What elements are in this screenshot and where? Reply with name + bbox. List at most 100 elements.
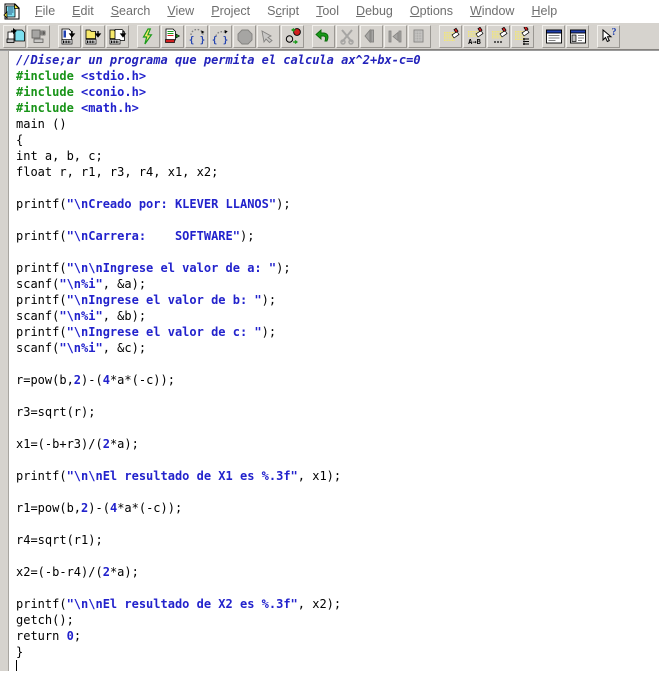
menu-item-help[interactable]: Help (523, 2, 566, 20)
window-tile-icon[interactable] (542, 24, 565, 48)
code-line: printf("\n\nEl resultado de X1 es %.3f",… (16, 468, 659, 484)
code-line: scanf("\n%i", &c); (16, 340, 659, 356)
code-line: scanf("\n%i", &a); (16, 276, 659, 292)
code-token-num: 2 (102, 437, 110, 451)
compile-icon[interactable] (58, 24, 81, 48)
code-token-plain: scanf( (16, 277, 60, 291)
svg-text:A→B: A→B (468, 38, 481, 46)
code-token-plain: , &c); (102, 341, 147, 355)
code-token-plain: int a, b, c; (16, 149, 103, 163)
toolbar-separator (305, 25, 312, 48)
code-token-plain: ); (276, 197, 291, 211)
code-token-plain: { (16, 133, 24, 147)
menu-item-view[interactable]: View (159, 2, 203, 20)
cut-scissors-icon (336, 24, 359, 48)
menu-item-file[interactable]: File (27, 2, 64, 20)
code-token-num: 4 (102, 373, 110, 387)
code-editor[interactable]: //Dise;ar un programa que permita el cal… (0, 50, 659, 671)
code-token-plain: scanf( (16, 341, 60, 355)
code-line: r4=sqrt(r1); (16, 532, 659, 548)
code-token-header: <conio.h> (81, 85, 147, 99)
code-line: return 0; (16, 628, 659, 644)
code-token-plain: printf( (16, 229, 67, 243)
menu-item-debug[interactable]: Debug (348, 2, 402, 20)
code-line: #include <math.h> (16, 100, 659, 116)
rebuild-all-icon[interactable] (106, 24, 129, 48)
code-token-plain: x2=(-b-r4)/( (16, 565, 103, 579)
code-token-plain: getch(); (16, 613, 74, 627)
compile-and-run-icon[interactable] (161, 24, 184, 48)
code-token-plain: *a); (109, 437, 139, 451)
code-line: printf("\n\nEl resultado de X2 es %.3f",… (16, 596, 659, 612)
code-text-area[interactable]: //Dise;ar un programa que permita el cal… (10, 51, 659, 671)
menu-item-window[interactable]: Window (462, 2, 523, 20)
context-help-icon[interactable]: ? (597, 24, 620, 48)
window-list-icon[interactable] (566, 24, 589, 48)
undo-arrow-icon[interactable] (312, 24, 335, 48)
code-line: x2=(-b-r4)/(2*a); (16, 564, 659, 580)
code-lines: //Dise;ar un programa que permita el cal… (16, 52, 659, 660)
code-token-plain: ); (261, 293, 277, 307)
code-line: x1=(-b+r3)/(2*a); (16, 436, 659, 452)
code-token-plain: *a); (109, 565, 139, 579)
code-token-header: <stdio.h> (81, 69, 147, 83)
menu-item-script[interactable]: Script (259, 2, 308, 20)
code-line: r1=pow(b,2)-(4*a*(-c)); (16, 500, 659, 516)
code-token-plain: )-( (81, 373, 103, 387)
code-token-plain: printf( (16, 293, 67, 307)
svg-text:{ }: { } (211, 36, 227, 46)
menu-item-project[interactable]: Project (203, 2, 259, 20)
code-token-plain: r1=pow(b, (16, 501, 82, 515)
open-file-icon[interactable] (3, 24, 26, 48)
code-token-plain: r=pow(b, (16, 373, 74, 387)
toolbar-separator (590, 25, 597, 48)
toolbar: { } { } A→B? (0, 22, 659, 50)
build-project-icon[interactable] (82, 24, 105, 48)
code-line: { (16, 132, 659, 148)
menu-item-search[interactable]: Search (103, 2, 160, 20)
menu-item-edit[interactable]: Edit (64, 2, 103, 20)
code-line: int a, b, c; (16, 148, 659, 164)
replace-icon[interactable]: A→B (463, 24, 486, 48)
code-line: printf("\nCarrera: SOFTWARE"); (16, 228, 659, 244)
menu-bar: File Edit Search View Project Script Tool Debug… (0, 0, 659, 22)
code-line: printf("\nIngrese el valor de b: "); (16, 292, 659, 308)
find-icon[interactable] (439, 24, 462, 48)
code-token-plain: main () (16, 117, 67, 131)
code-token-plain: scanf( (16, 309, 60, 323)
code-token-plain: , x1); (297, 469, 342, 483)
code-token-plain: *a*(-c)); (109, 373, 175, 387)
menu-item-options[interactable]: Options (402, 2, 462, 20)
step-into-icon[interactable]: { } (185, 24, 208, 48)
code-token-pre: #include (16, 101, 82, 115)
code-token-pre: #include (16, 85, 82, 99)
code-line: r3=sqrt(r); (16, 404, 659, 420)
code-token-pre: #include (16, 69, 82, 83)
code-token-str: "\n\nEl resultado de X2 es %.3f" (66, 597, 298, 611)
code-token-plain: ); (239, 229, 255, 243)
code-line: r=pow(b,2)-(4*a*(-c)); (16, 372, 659, 388)
code-token-str: "\nCarrera: SOFTWARE" (66, 229, 240, 243)
menu-item-tool[interactable]: Tool (308, 2, 348, 20)
code-token-plain: printf( (16, 197, 67, 211)
code-token-plain: printf( (16, 469, 67, 483)
step-over-icon[interactable]: { } (209, 24, 232, 48)
code-token-plain: } (16, 645, 24, 659)
stop-icon (233, 24, 256, 48)
code-token-plain: ); (261, 325, 277, 339)
document-app-icon[interactable] (3, 2, 21, 20)
code-token-plain: )-( (88, 501, 110, 515)
paste-icon (360, 24, 383, 48)
code-token-plain: r4=sqrt(r1); (16, 533, 103, 547)
breakpoint-icon[interactable] (281, 24, 304, 48)
code-line: printf("\n\nIngrese el valor de a: "); (16, 260, 659, 276)
find-next-icon[interactable] (487, 24, 510, 48)
code-token-str: "\n\nIngrese el valor de a: " (66, 261, 277, 275)
code-line: float r, r1, r3, r4, x1, x2; (16, 164, 659, 180)
run-lightning-icon[interactable] (137, 24, 160, 48)
goto-line-icon[interactable] (511, 24, 534, 48)
